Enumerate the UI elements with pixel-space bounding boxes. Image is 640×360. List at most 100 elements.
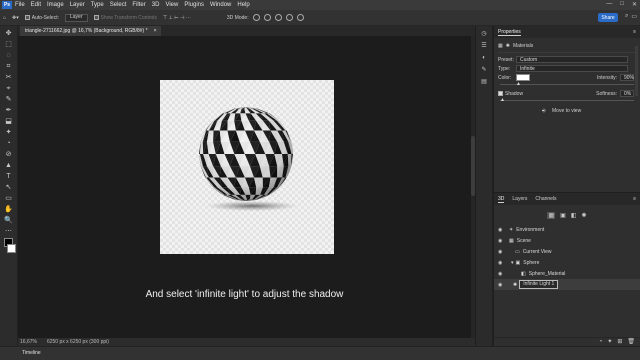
new-item-icon[interactable]: ⊞ — [617, 338, 622, 346]
materials-icon[interactable]: ◧ — [571, 212, 577, 219]
menu-edit[interactable]: Edit — [31, 2, 41, 8]
menu-file[interactable]: File — [15, 2, 25, 8]
object-select-tool-icon[interactable]: ⌗ — [4, 62, 14, 71]
eraser-tool-icon[interactable]: ◔ — [4, 139, 14, 148]
layer-row[interactable]: ◉ ▦ Scene — [494, 235, 640, 246]
document-canvas[interactable] — [160, 80, 334, 254]
path-selection-tool-icon[interactable]: ↖ — [4, 183, 14, 192]
zoom-level[interactable]: 16,67% — [20, 338, 37, 346]
menu-view[interactable]: View — [165, 2, 178, 8]
visibility-eye-icon[interactable]: ◉ — [498, 249, 504, 255]
slide-icon[interactable] — [285, 14, 293, 21]
menu-help[interactable]: Help — [237, 2, 249, 8]
visibility-eye-icon[interactable]: ◉ — [498, 271, 504, 277]
scale-icon[interactable] — [296, 14, 304, 21]
meshes-icon[interactable]: ▣ — [560, 212, 566, 219]
adjustments-icon[interactable]: ◐ — [480, 54, 488, 62]
visibility-eye-icon[interactable]: ◉ — [498, 227, 504, 233]
menu-plugins[interactable]: Plugins — [184, 2, 204, 8]
hand-tool-icon[interactable]: ✋ — [4, 205, 14, 214]
whole-scene-icon[interactable]: ▦ — [547, 212, 556, 219]
transform-controls-checkbox[interactable]: Show Transform Controls — [93, 15, 157, 21]
background-color-swatch[interactable] — [7, 244, 16, 253]
more-tools-icon[interactable]: ⋯ — [4, 227, 14, 236]
crop-tool-icon[interactable]: ✂ — [4, 73, 14, 82]
expand-chevron-icon[interactable]: ▾ — [511, 260, 514, 266]
dodge-tool-icon[interactable]: ▲ — [4, 161, 14, 170]
properties-icon[interactable]: ☰ — [480, 42, 488, 50]
canvas-area[interactable]: And select 'infinite light' to adjust th… — [18, 36, 471, 338]
brush-settings-icon[interactable]: ✎ — [480, 66, 488, 74]
eyedropper-tool-icon[interactable]: ⌖ — [4, 84, 14, 93]
lasso-tool-icon[interactable]: ◌ — [4, 51, 14, 60]
tab-channels[interactable]: Channels — [535, 196, 556, 202]
scene-icon[interactable]: ▦ — [498, 43, 503, 49]
layer-name[interactable]: Infinite Light 1 — [519, 280, 559, 289]
shadow-checkbox[interactable] — [498, 91, 503, 96]
layer-row[interactable]: ◉ ▭ Current View — [494, 246, 640, 257]
properties-tab[interactable]: Properties — [498, 29, 521, 36]
menu-image[interactable]: Image — [47, 2, 64, 8]
healing-brush-tool-icon[interactable]: ✎ — [4, 95, 14, 104]
maximize-icon[interactable]: □ — [620, 1, 624, 8]
history-icon[interactable]: ◷ — [480, 30, 488, 38]
slider-handle-icon[interactable]: ▲ — [500, 98, 505, 103]
softness-slider[interactable]: ▲ — [500, 98, 634, 103]
brush-tool-icon[interactable]: ✒ — [4, 106, 14, 115]
move-tool-icon[interactable]: ✥▾ — [12, 15, 19, 21]
layer-row[interactable]: ◉ ▾ ▣ Sphere — [494, 257, 640, 268]
close-tab-icon[interactable]: × — [154, 26, 157, 36]
auto-select-target-dropdown[interactable]: Layer — [64, 13, 88, 22]
preset-dropdown[interactable]: Custom — [516, 56, 628, 63]
minimize-icon[interactable]: — — [606, 1, 612, 8]
menu-3d[interactable]: 3D — [152, 2, 160, 8]
move-to-view-label[interactable]: Move to view — [552, 108, 581, 114]
menu-select[interactable]: Select — [110, 2, 127, 8]
intensity-field[interactable]: 90% — [620, 74, 634, 81]
close-icon[interactable]: ✕ — [632, 1, 637, 8]
menu-type[interactable]: Type — [91, 2, 104, 8]
tab-layers[interactable]: Layers — [512, 196, 527, 202]
libraries-icon[interactable]: ▤ — [480, 78, 488, 86]
workspace-icon[interactable]: ▭ — [631, 13, 637, 20]
3d-sphere[interactable] — [196, 106, 296, 216]
type-dropdown[interactable]: Infinite — [516, 65, 628, 72]
auto-select-checkbox[interactable]: Auto-Select: — [24, 15, 59, 21]
layer-row-selected[interactable]: ◉ ✺ Infinite Light 1 — [494, 279, 640, 290]
scrollbar-thumb[interactable] — [471, 136, 475, 196]
menu-filter[interactable]: Filter — [132, 2, 145, 8]
marquee-tool-icon[interactable]: ⬚ — [4, 40, 14, 49]
move-to-view-icon[interactable]: ⎆ — [542, 108, 546, 114]
render-icon[interactable]: ◔ — [599, 338, 603, 346]
softness-field[interactable]: 0% — [620, 90, 634, 97]
panel-menu-icon[interactable]: ≡ — [633, 29, 636, 35]
slider-handle-icon[interactable]: ▲ — [516, 82, 521, 87]
trash-icon[interactable]: 🗑 — [627, 338, 635, 346]
layer-row[interactable]: ◉ ✶ Environment — [494, 224, 640, 235]
panel-menu-icon[interactable]: ≡ — [633, 196, 636, 202]
layer-row[interactable]: ◉ ◧ Sphere_Material — [494, 268, 640, 279]
type-tool-icon[interactable]: T — [4, 172, 14, 181]
history-brush-tool-icon[interactable]: ✦ — [4, 128, 14, 137]
move-tool-icon[interactable]: ✥ — [4, 29, 14, 38]
home-icon[interactable]: ⌂ — [3, 15, 6, 21]
light-color-swatch[interactable] — [516, 74, 530, 81]
search-icon[interactable]: ⌕ — [625, 13, 628, 20]
tab-3d[interactable]: 3D — [498, 196, 505, 203]
rectangle-tool-icon[interactable]: ▭ — [4, 194, 14, 203]
lights-icon[interactable]: ✺ — [581, 212, 586, 219]
document-tab[interactable]: triangle-2711662.jpg @ 16,7% (Background… — [20, 26, 162, 36]
menu-layer[interactable]: Layer — [70, 2, 85, 8]
share-button[interactable]: Share — [598, 13, 618, 22]
orbit-icon[interactable] — [252, 14, 260, 21]
visibility-eye-icon[interactable]: ◉ — [498, 238, 504, 244]
clone-stamp-tool-icon[interactable]: ⬓ — [4, 117, 14, 126]
properties-scrollbar[interactable] — [635, 46, 638, 96]
intensity-slider[interactable]: ▲ — [500, 82, 634, 87]
visibility-eye-icon[interactable]: ◉ — [498, 282, 504, 288]
light-icon[interactable]: ✺ — [506, 43, 510, 49]
roll-icon[interactable] — [263, 14, 271, 21]
timeline-tab[interactable]: Timeline — [22, 350, 41, 356]
new-light-icon[interactable]: ✦ — [607, 338, 612, 346]
visibility-eye-icon[interactable]: ◉ — [498, 260, 504, 266]
